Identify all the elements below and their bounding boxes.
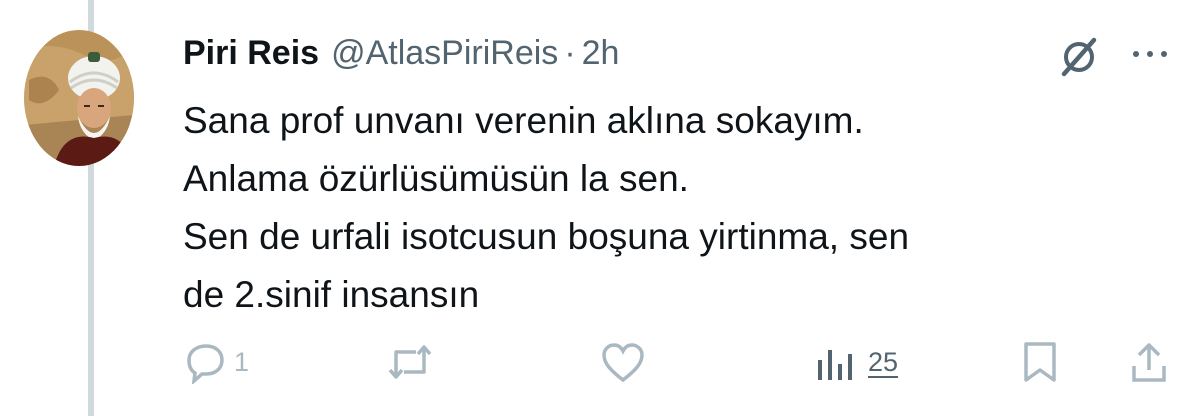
views-button[interactable]: 25 — [814, 340, 898, 384]
avatar[interactable] — [24, 30, 134, 166]
bookmark-icon — [1020, 340, 1060, 384]
tweet-line: Sana prof unvanı verenin aklına sokayım. — [183, 100, 864, 141]
share-icon — [1128, 340, 1170, 384]
tweet-line: Anlama özürlüsümüsün la sen. — [183, 158, 689, 199]
reply-button[interactable]: 1 — [184, 340, 249, 384]
tweet-header: Piri Reis @AtlasPiriReis · 2h — [183, 34, 619, 78]
bookmark-button[interactable] — [1020, 340, 1060, 384]
views-count[interactable]: 25 — [868, 347, 898, 378]
grok-icon[interactable] — [1056, 34, 1102, 80]
heart-icon — [600, 340, 646, 384]
more-dots-icon[interactable] — [1128, 42, 1172, 66]
like-button[interactable] — [600, 340, 646, 384]
share-button[interactable] — [1128, 340, 1170, 384]
timestamp[interactable]: 2h — [582, 34, 620, 73]
tweet-line: de 2.sinif insansın — [183, 274, 480, 315]
views-bar-chart-icon — [814, 340, 854, 384]
reply-count: 1 — [234, 346, 250, 377]
author-name[interactable]: Piri Reis — [183, 34, 319, 73]
avatar-image — [24, 30, 134, 166]
action-bar: 1 25 — [0, 340, 1199, 396]
retweet-icon — [384, 340, 436, 384]
author-handle[interactable]: @AtlasPiriReis — [331, 34, 558, 73]
reply-icon — [184, 340, 228, 384]
retweet-button[interactable] — [384, 340, 436, 384]
separator-dot: · — [564, 34, 576, 72]
tweet-text: Sana prof unvanı verenin aklına sokayım.… — [183, 92, 1173, 324]
tweet-line: Sen de urfali isotcusun boşuna yirtinma,… — [183, 216, 910, 257]
